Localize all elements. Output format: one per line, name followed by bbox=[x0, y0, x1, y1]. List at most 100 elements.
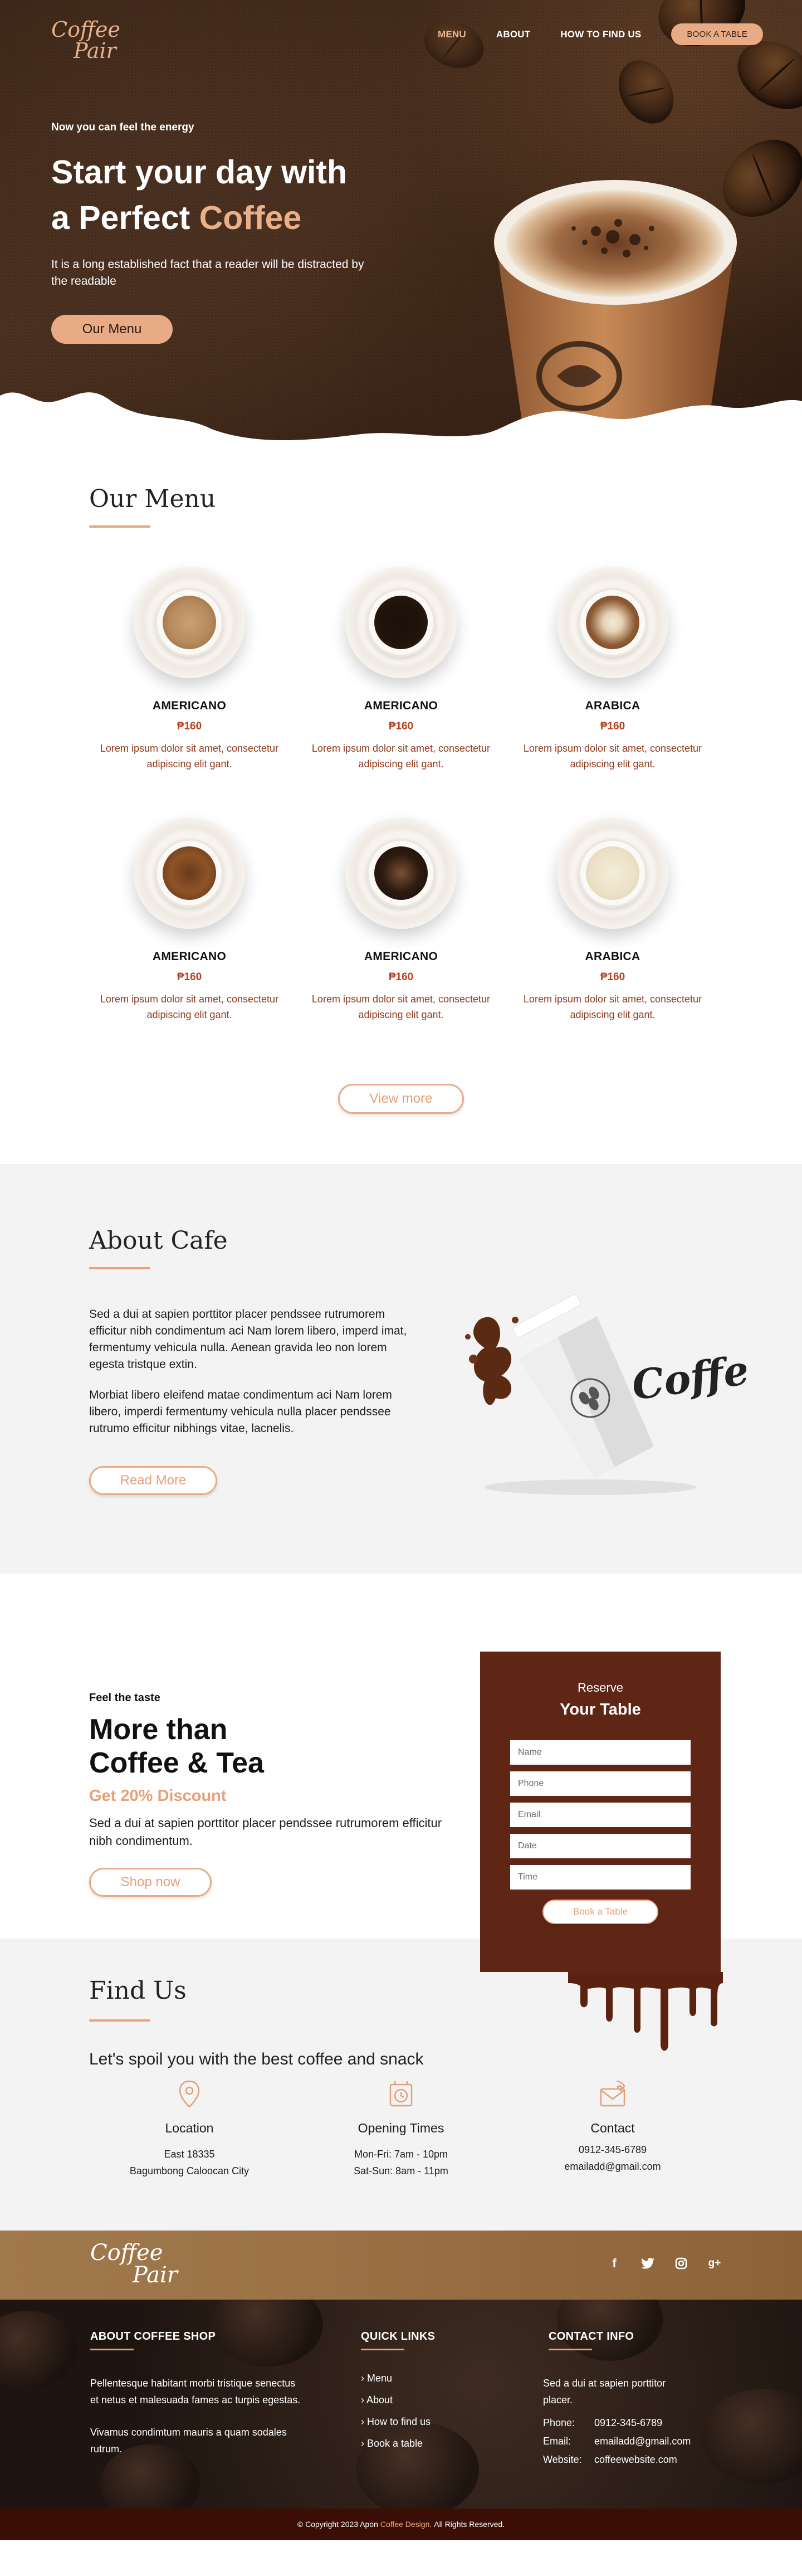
reserve-eyebrow: Feel the taste bbox=[89, 1692, 160, 1704]
menu-item-description: Lorem ipsum dolor sit amet, consectetur … bbox=[100, 994, 279, 1020]
footer-contact-column: CONTACT INFO Sed a dui at sapien porttit… bbox=[543, 2330, 721, 2472]
footer-about-title: ABOUT COFFEE SHOP bbox=[90, 2330, 216, 2343]
quick-link-book-table[interactable]: › Book a table bbox=[361, 2438, 495, 2450]
menu-item-price: ₱160 bbox=[388, 720, 414, 732]
hero-title-line-2: a Perfect bbox=[51, 199, 199, 236]
contact-email[interactable]: emailadd@gmail.com bbox=[507, 2158, 718, 2175]
menu-title-underline bbox=[89, 525, 150, 528]
location-details: East 18335 Bagumbong Caloocan City bbox=[84, 2146, 295, 2179]
menu-item[interactable]: AMERICANO ₱160 Lorem ipsum dolor sit ame… bbox=[84, 567, 295, 772]
menu-title: Our Menu bbox=[89, 485, 216, 513]
contact-title: Contact bbox=[590, 2121, 635, 2135]
find-us-title: Find Us bbox=[89, 1976, 187, 2005]
coffee-cup-image bbox=[134, 567, 245, 678]
contact-phone[interactable]: 0912-345-6789 bbox=[507, 2141, 718, 2158]
facebook-icon[interactable]: f bbox=[606, 2255, 623, 2272]
location-line-1: East 18335 bbox=[164, 2149, 215, 2160]
coffee-cup-image bbox=[557, 567, 668, 678]
chocolate-drip-decoration bbox=[568, 1972, 723, 2051]
menu-item-name: AMERICANO bbox=[152, 950, 227, 963]
footer-about-paragraph-1: Pellentesque habitant morbi tristique se… bbox=[90, 2378, 301, 2405]
copyright-brand-link[interactable]: Coffee Design. bbox=[380, 2520, 432, 2529]
about-paragraph-2: Morbiat libero eleifend matae condimentu… bbox=[89, 1389, 392, 1435]
quick-link-about[interactable]: › About bbox=[361, 2394, 495, 2406]
footer-logo-line-1: Coffee bbox=[90, 2240, 163, 2266]
reserve-title-line-1: More than bbox=[89, 1713, 228, 1746]
email-field[interactable] bbox=[510, 1803, 691, 1827]
reserve-section: Feel the taste More than Coffee & Tea Ge… bbox=[0, 1574, 802, 2051]
copyright-prefix: © Copyright 2023 Apon bbox=[297, 2520, 378, 2529]
quick-link-find-us[interactable]: › How to find us bbox=[361, 2416, 495, 2428]
book-table-nav-button[interactable]: BOOK A TABLE bbox=[671, 23, 763, 45]
nav-link-about[interactable]: ABOUT bbox=[496, 29, 530, 40]
hours-column: Opening Times Mon-Fri: 7am - 10pm Sat-Su… bbox=[295, 2078, 507, 2179]
contact-info-website: Website: coffeewebsite.com bbox=[543, 2454, 677, 2465]
find-us-title-underline bbox=[89, 2019, 150, 2022]
menu-grid: AMERICANO ₱160 Lorem ipsum dolor sit ame… bbox=[0, 567, 802, 1022]
form-heading-your-table: Your Table bbox=[560, 1701, 641, 1718]
nav-link-find-us[interactable]: HOW TO FIND US bbox=[560, 29, 641, 40]
menu-item-description: Lorem ipsum dolor sit amet, consectetur … bbox=[523, 994, 702, 1020]
location-line-2: Bagumbong Caloocan City bbox=[129, 2165, 250, 2176]
quick-link-menu[interactable]: › Menu bbox=[361, 2373, 495, 2384]
instagram-icon[interactable] bbox=[673, 2255, 689, 2272]
reserve-table-form: Reserve Your Table Book a Table bbox=[480, 1652, 721, 1972]
footer-logo[interactable]: Coffee Pair bbox=[90, 2242, 178, 2286]
logo-line-2: Pair bbox=[74, 38, 116, 63]
menu-item-price: ₱160 bbox=[177, 720, 202, 732]
menu-item[interactable]: ARABICA ₱160 Lorem ipsum dolor sit amet,… bbox=[507, 817, 718, 1022]
footer-about-underline bbox=[90, 2349, 134, 2350]
google-plus-icon[interactable]: g+ bbox=[706, 2255, 723, 2272]
form-fields bbox=[510, 1740, 691, 1890]
copyright-bar: © Copyright 2023 Apon Coffee Design. All… bbox=[0, 2509, 802, 2540]
location-pin-icon bbox=[179, 2080, 200, 2108]
menu-item-description: Lorem ipsum dolor sit amet, consectetur … bbox=[311, 743, 491, 770]
menu-item-description: Lorem ipsum dolor sit amet, consectetur … bbox=[100, 743, 279, 770]
menu-item-price: ₱160 bbox=[600, 720, 625, 732]
menu-item-price: ₱160 bbox=[600, 971, 625, 983]
menu-item[interactable]: AMERICANO ₱160 Lorem ipsum dolor sit ame… bbox=[295, 817, 507, 1022]
coffee-cup-image bbox=[345, 817, 457, 929]
shop-now-button[interactable]: Shop now bbox=[89, 1868, 212, 1897]
menu-item-name: ARABICA bbox=[585, 950, 640, 963]
book-table-wrap: Book a Table bbox=[480, 1900, 721, 1924]
reserve-description: Sed a dui at sapien porttitor placer pen… bbox=[89, 1816, 442, 1848]
site-footer: Coffee Pair f g+ ABOUT COFFEE SHOP Pelle… bbox=[0, 2231, 802, 2540]
name-field[interactable] bbox=[510, 1740, 691, 1765]
contact-column: Contact 0912-345-6789 emailadd@gmail.com bbox=[507, 2078, 718, 2179]
time-field[interactable] bbox=[510, 1865, 691, 1890]
phone-field[interactable] bbox=[510, 1771, 691, 1796]
reserve-title-line-2: Coffee & Tea bbox=[89, 1747, 264, 1779]
nav-link-menu[interactable]: MENU bbox=[438, 29, 466, 40]
quick-links-title: QUICK LINKS bbox=[361, 2330, 436, 2343]
date-field[interactable] bbox=[510, 1834, 691, 1858]
discount-text: Get 20% Discount bbox=[89, 1787, 227, 1805]
menu-item-name: AMERICANO bbox=[364, 699, 438, 712]
about-cup-word: Coffee bbox=[629, 1342, 746, 1409]
book-table-submit-button[interactable]: Book a Table bbox=[542, 1900, 658, 1924]
contact-info-email: Email: emailadd@gmail.com bbox=[543, 2436, 691, 2447]
contact-info-underline bbox=[549, 2349, 592, 2350]
contact-info-list: Phone: 0912-345-6789 Email: emailadd@gmail… bbox=[543, 2417, 721, 2466]
menu-item[interactable]: ARABICA ₱160 Lorem ipsum dolor sit amet,… bbox=[507, 567, 718, 772]
hours-title: Opening Times bbox=[358, 2121, 444, 2135]
menu-item[interactable]: AMERICANO ₱160 Lorem ipsum dolor sit ame… bbox=[84, 817, 295, 1022]
menu-section: Our Menu AMERICANO ₱160 Lorem ipsum dolo… bbox=[0, 451, 802, 1164]
our-menu-button[interactable]: Our Menu bbox=[51, 315, 173, 344]
menu-item[interactable]: AMERICANO ₱160 Lorem ipsum dolor sit ame… bbox=[295, 567, 507, 772]
reserve-title: More than Coffee & Tea bbox=[89, 1713, 264, 1780]
view-more-button[interactable]: View more bbox=[338, 1084, 464, 1114]
copyright-suffix: All Rights Reserved. bbox=[434, 2520, 505, 2529]
quick-links-list: › Menu › About › How to find us › Book a… bbox=[361, 2373, 495, 2450]
site-logo[interactable]: Coffee Pair bbox=[51, 19, 120, 61]
find-us-subtitle: Let's spoil you with the best coffee and… bbox=[89, 2050, 424, 2068]
coffee-cup-image bbox=[134, 817, 245, 929]
about-title: About Cafe bbox=[89, 1226, 228, 1255]
read-more-button[interactable]: Read More bbox=[89, 1466, 217, 1495]
hero-title-line-1: Start your day with bbox=[51, 154, 348, 191]
view-more-wrap: View more bbox=[0, 1084, 802, 1114]
about-coffee-cup-image: Coffee bbox=[465, 1294, 746, 1495]
menu-item-name: ARABICA bbox=[585, 699, 640, 712]
twitter-icon[interactable] bbox=[639, 2255, 656, 2272]
hero-title-accent: Coffee bbox=[199, 199, 302, 236]
